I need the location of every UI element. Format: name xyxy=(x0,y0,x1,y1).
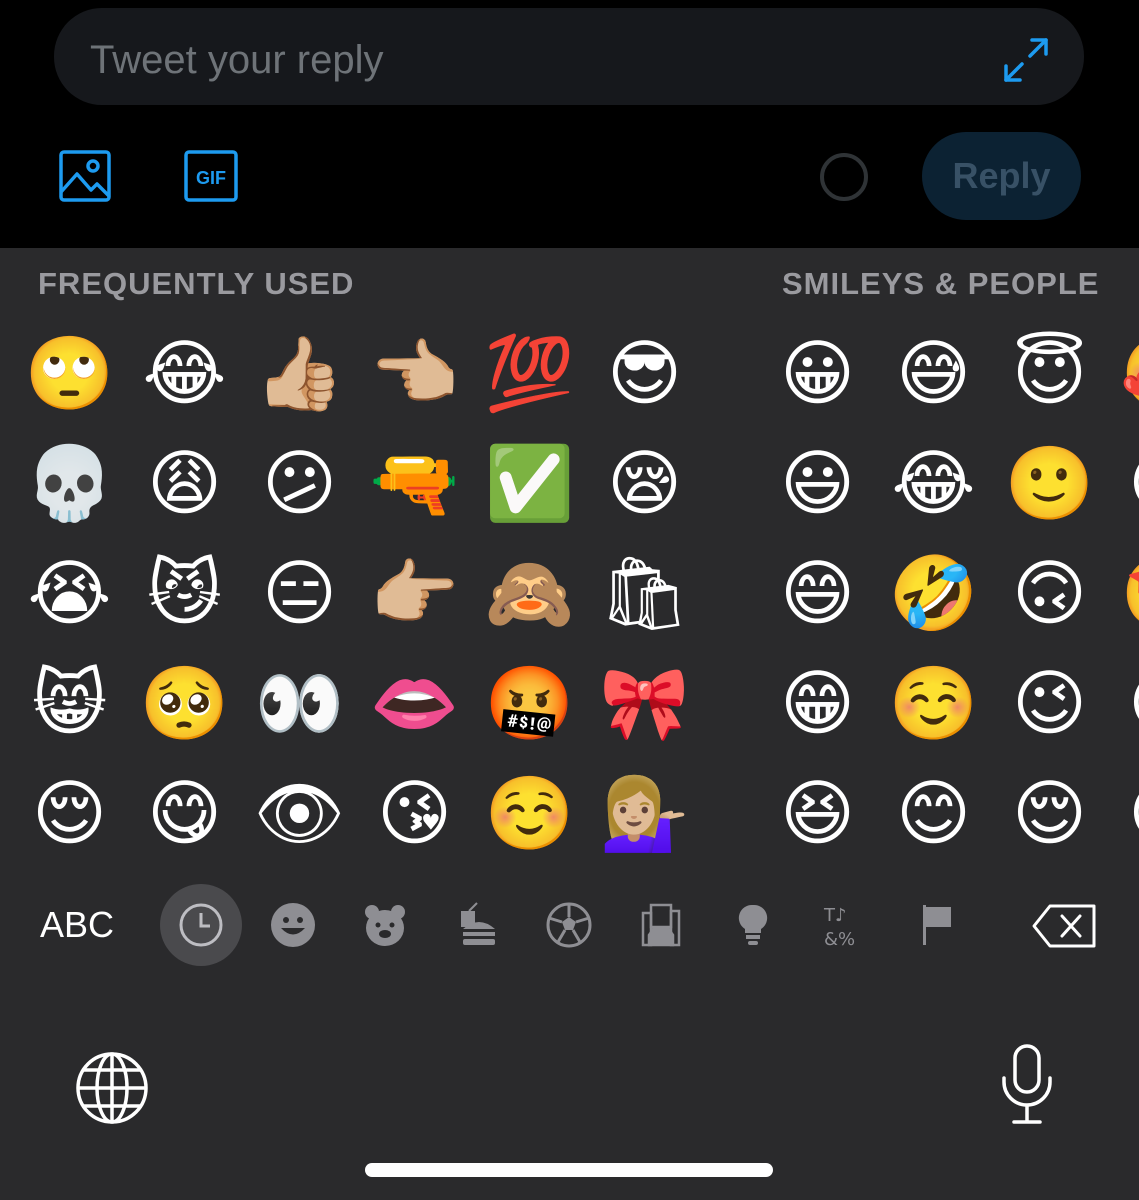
emoji-key[interactable]: 🎀 xyxy=(587,648,702,758)
emoji-key[interactable]: 💁🏼‍♀️ xyxy=(587,758,702,868)
category-activity[interactable] xyxy=(528,884,610,966)
emoji-key[interactable]: 😍 xyxy=(1108,428,1139,538)
emoji-key[interactable]: 🙃 xyxy=(992,538,1107,648)
gif-label: GIF xyxy=(196,168,226,188)
emoji-key[interactable]: 🙂 xyxy=(992,428,1107,538)
activity-icon xyxy=(546,902,592,948)
food-icon xyxy=(461,902,495,945)
emoji-key[interactable]: 😇 xyxy=(992,318,1107,428)
compose-area: Tweet your reply GIF Reply xyxy=(0,0,1139,248)
reply-button[interactable]: Reply xyxy=(922,132,1081,220)
emoji-key[interactable]: 😭 xyxy=(12,538,127,648)
microphone-icon[interactable] xyxy=(1000,1044,1054,1126)
emoji-key[interactable]: 😕 xyxy=(242,428,357,538)
emoji-key[interactable]: 🤬 xyxy=(472,648,587,758)
animals-icon xyxy=(365,905,405,946)
smileys-emoji-grid: 😀😅😇🥰 😃😂🙂😍 😄🤣🙃🤩 😁☺️😉😘 😆😊😌😗 xyxy=(760,318,1139,868)
delete-icon[interactable] xyxy=(1030,902,1098,950)
emoji-key[interactable]: 👄 xyxy=(357,648,472,758)
emoji-key[interactable]: 🛍 xyxy=(587,538,702,648)
emoji-key[interactable]: 😆 xyxy=(760,758,875,868)
emoji-key[interactable]: 😊 xyxy=(876,758,991,868)
emoji-key[interactable]: 😑 xyxy=(242,538,357,648)
emoji-key[interactable]: 👉🏼 xyxy=(357,538,472,648)
category-objects[interactable] xyxy=(712,884,794,966)
category-travel[interactable] xyxy=(620,884,702,966)
gif-button[interactable]: GIF xyxy=(183,148,239,204)
emoji-key[interactable]: 😅 xyxy=(876,318,991,428)
category-bar: ABC T♪ &% xyxy=(0,884,1139,968)
category-symbols[interactable]: T♪ &% xyxy=(804,884,886,966)
svg-text:T♪: T♪ xyxy=(823,905,846,926)
gif-icon: GIF xyxy=(184,150,238,202)
emoji-key[interactable]: 😸 xyxy=(12,648,127,758)
emoji-key[interactable]: 😪 xyxy=(587,428,702,538)
emoji-key[interactable]: ☺️ xyxy=(876,648,991,758)
emoji-key[interactable]: 😼 xyxy=(127,538,242,648)
expand-icon[interactable] xyxy=(1002,36,1050,84)
section-title-frequently-used: FREQUENTLY USED xyxy=(38,266,355,301)
emoji-key[interactable]: 👍🏼 xyxy=(242,318,357,428)
category-recent[interactable] xyxy=(160,884,242,966)
emoji-key[interactable]: 😉 xyxy=(992,648,1107,758)
emoji-key[interactable]: ✅ xyxy=(472,428,587,538)
emoji-key[interactable]: 💯 xyxy=(472,318,587,428)
emoji-key[interactable]: 🥺 xyxy=(127,648,242,758)
section-title-smileys-people: SMILEYS & PEOPLE xyxy=(782,266,1100,301)
home-indicator[interactable] xyxy=(365,1163,773,1177)
emoji-key[interactable]: 😌 xyxy=(12,758,127,868)
category-smileys[interactable] xyxy=(252,884,334,966)
category-animals[interactable] xyxy=(344,884,426,966)
emoji-key[interactable]: 😂 xyxy=(127,318,242,428)
category-food[interactable] xyxy=(436,884,518,966)
travel-icon xyxy=(641,903,681,947)
emoji-key[interactable]: 😗 xyxy=(1108,758,1139,868)
emoji-key[interactable]: 😄 xyxy=(760,538,875,648)
image-icon[interactable] xyxy=(57,148,113,204)
objects-icon xyxy=(738,904,768,945)
emoji-key[interactable]: 😎 xyxy=(587,318,702,428)
emoji-key[interactable]: 🔫 xyxy=(357,428,472,538)
reply-placeholder: Tweet your reply xyxy=(90,38,384,82)
emoji-key[interactable]: 🙄 xyxy=(12,318,127,428)
emoji-key[interactable]: 👈🏼 xyxy=(357,318,472,428)
emoji-key[interactable]: ☺️ xyxy=(472,758,587,868)
emoji-key[interactable]: 😁 xyxy=(760,648,875,758)
emoji-key[interactable]: 👁 xyxy=(242,758,357,868)
emoji-key[interactable]: 🥰 xyxy=(1108,318,1139,428)
category-flags[interactable] xyxy=(896,884,978,966)
symbols-icon: T♪ &% xyxy=(823,905,855,949)
emoji-key[interactable]: 💀 xyxy=(12,428,127,538)
recent-icon xyxy=(179,903,223,947)
emoji-key[interactable]: 😩 xyxy=(127,428,242,538)
svg-text:&%: &% xyxy=(824,929,855,949)
emoji-key[interactable]: 😋 xyxy=(127,758,242,868)
emoji-key[interactable]: 👀 xyxy=(242,648,357,758)
emoji-key[interactable]: 🙈 xyxy=(472,538,587,648)
emoji-key[interactable]: 😀 xyxy=(760,318,875,428)
abc-key[interactable]: ABC xyxy=(40,904,114,946)
flags-icon xyxy=(923,905,951,945)
smileys-icon xyxy=(271,903,315,947)
character-count-ring xyxy=(820,153,868,201)
emoji-key[interactable]: 🤣 xyxy=(876,538,991,648)
emoji-key[interactable]: 😌 xyxy=(992,758,1107,868)
reply-input[interactable]: Tweet your reply xyxy=(54,8,1084,105)
emoji-key[interactable]: 😘 xyxy=(1108,648,1139,758)
emoji-key[interactable]: 🤩 xyxy=(1108,538,1139,648)
emoji-key[interactable]: 😂 xyxy=(876,428,991,538)
frequent-emoji-grid: 🙄 😂 👍🏼 👈🏼 💯 😎 💀 😩 😕 🔫 ✅ 😪 😭 😼 😑 👉🏼 🙈 🛍 😸 🥺 👀 👄 🤬 🎀 😌 😋 👁 😘 ☺️ 💁🏼‍♀️ xyxy=(12,318,702,868)
emoji-keyboard: FREQUENTLY USED SMILEYS & PEOPLE 🙄 😂 👍🏼 👈🏼 💯… xyxy=(0,248,1139,1200)
emoji-key[interactable]: 😃 xyxy=(760,428,875,538)
emoji-key[interactable]: 😘 xyxy=(357,758,472,868)
globe-icon[interactable] xyxy=(74,1050,150,1126)
